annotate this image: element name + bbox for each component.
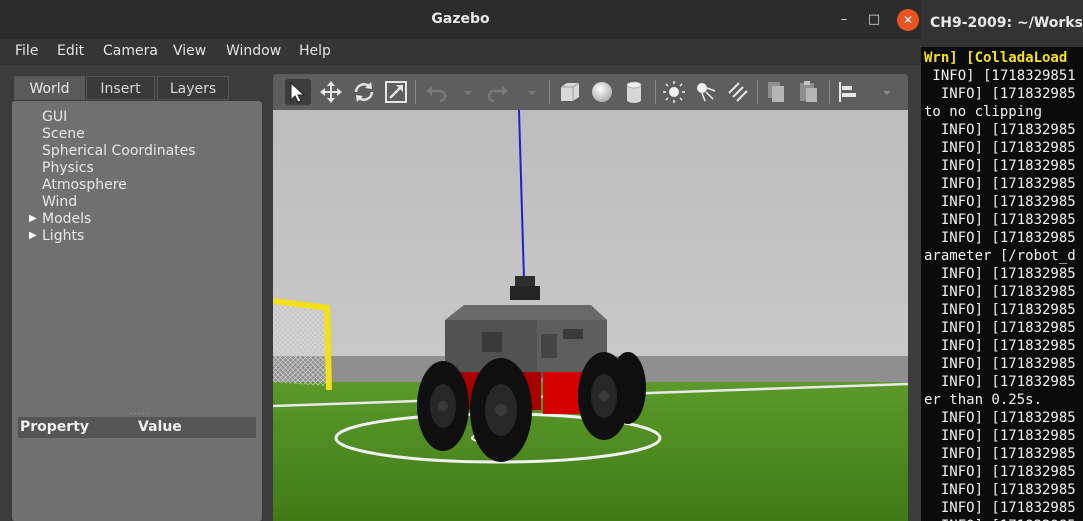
left-panel: World Insert Layers GUI Scene Spherical … bbox=[12, 74, 262, 521]
terminal-line: INFO] [171832985 bbox=[924, 176, 1076, 192]
terminal-line: INFO] [171832985 bbox=[924, 500, 1076, 516]
terminal-window[interactable]: CH9-2009: ~/Workspace Wrn] [ColladaLoad … bbox=[921, 0, 1083, 521]
terminal-line: INFO] [171832985 bbox=[924, 410, 1076, 426]
terminal-line: INFO] [171832985 bbox=[924, 140, 1076, 156]
undo-dropdown-icon[interactable] bbox=[455, 79, 481, 105]
panel-splitter-handle[interactable]: ..... bbox=[130, 407, 149, 417]
terminal-line: INFO] [171832985 bbox=[924, 302, 1076, 318]
window-title: Gazebo bbox=[431, 11, 490, 27]
soccer-goal bbox=[273, 298, 332, 391]
tab-layers[interactable]: Layers bbox=[157, 76, 229, 100]
terminal-line: INFO] [171832985 bbox=[924, 356, 1076, 372]
tab-insert[interactable]: Insert bbox=[86, 76, 155, 100]
directional-light-icon[interactable] bbox=[725, 79, 751, 105]
undo-icon[interactable] bbox=[423, 79, 449, 105]
tree-item-lights[interactable]: Lights bbox=[42, 228, 84, 244]
redo-icon[interactable] bbox=[485, 79, 511, 105]
toolbar-separator bbox=[829, 80, 830, 104]
redo-dropdown-icon[interactable] bbox=[519, 79, 545, 105]
close-button[interactable]: ✕ bbox=[897, 9, 919, 31]
scene-render[interactable] bbox=[273, 110, 908, 521]
menu-camera[interactable]: Camera bbox=[103, 43, 158, 59]
tree-item-spherical-coordinates[interactable]: Spherical Coordinates bbox=[42, 143, 196, 159]
terminal-line: INFO] [171832985 bbox=[924, 428, 1076, 444]
terminal-title-bar: CH9-2009: ~/Workspace bbox=[921, 0, 1083, 47]
tree-item-gui[interactable]: GUI bbox=[42, 109, 67, 125]
view-menu-chevron-icon[interactable] bbox=[879, 79, 895, 105]
toolbar bbox=[273, 74, 908, 110]
terminal-title: CH9-2009: ~/Workspace bbox=[930, 15, 1083, 31]
terminal-line: Wrn] [ColladaLoad bbox=[924, 50, 1068, 66]
point-light-icon[interactable] bbox=[661, 79, 687, 105]
terminal-line: INFO] [171832985 bbox=[924, 446, 1076, 462]
expand-arrow-icon[interactable]: ▶ bbox=[29, 230, 37, 241]
menu-view[interactable]: View bbox=[173, 43, 206, 59]
terminal-line: INFO] [171832985 bbox=[924, 122, 1076, 138]
gazebo-window: Gazebo – □ ✕ File Edit Camera View Windo… bbox=[0, 0, 921, 521]
terminal-output[interactable]: Wrn] [ColladaLoad INFO] [1718329851 INFO… bbox=[921, 47, 1083, 521]
terminal-line: INFO] [171832985 bbox=[924, 158, 1076, 174]
toolbar-separator bbox=[549, 80, 550, 104]
spot-light-icon[interactable] bbox=[693, 79, 719, 105]
menu-window[interactable]: Window bbox=[226, 43, 281, 59]
terminal-line: INFO] [171832985 bbox=[924, 482, 1076, 498]
menu-edit[interactable]: Edit bbox=[57, 43, 84, 59]
menu-bar: File Edit Camera View Window Help bbox=[0, 39, 921, 65]
translate-icon[interactable] bbox=[318, 79, 344, 105]
property-table-header: Property Value bbox=[18, 417, 256, 438]
terminal-line: INFO] [171832985 bbox=[924, 212, 1076, 228]
scale-icon[interactable] bbox=[383, 79, 409, 105]
rotate-icon[interactable] bbox=[351, 79, 377, 105]
terminal-line: INFO] [171832985 bbox=[924, 284, 1076, 300]
cylinder-shape-icon[interactable] bbox=[621, 79, 647, 105]
menu-help[interactable]: Help bbox=[299, 43, 331, 59]
toolbar-separator bbox=[655, 80, 656, 104]
align-icon[interactable] bbox=[835, 79, 861, 105]
toolbar-separator bbox=[757, 80, 758, 104]
tree-item-physics[interactable]: Physics bbox=[42, 160, 94, 176]
terminal-line: INFO] [171832985 bbox=[924, 517, 1076, 521]
box-shape-icon[interactable] bbox=[557, 79, 583, 105]
tree-item-wind[interactable]: Wind bbox=[42, 194, 77, 210]
terminal-line: INFO] [171832985 bbox=[924, 86, 1076, 102]
terminal-line: INFO] [171832985 bbox=[924, 320, 1076, 336]
terminal-line: INFO] [1718329851 bbox=[924, 68, 1076, 84]
tree-item-models[interactable]: Models bbox=[42, 211, 91, 227]
terminal-line: INFO] [171832985 bbox=[924, 194, 1076, 210]
select-arrow-icon[interactable] bbox=[285, 79, 311, 105]
title-bar: Gazebo – □ ✕ bbox=[0, 0, 921, 39]
world-tree: GUI Scene Spherical Coordinates Physics … bbox=[12, 101, 262, 521]
terminal-line: INFO] [171832985 bbox=[924, 374, 1076, 390]
paste-icon[interactable] bbox=[795, 79, 821, 105]
terminal-line: er than 0.25s. bbox=[924, 392, 1043, 408]
toolbar-separator bbox=[415, 80, 416, 104]
minimize-button[interactable]: – bbox=[833, 9, 855, 31]
value-column-header: Value bbox=[138, 419, 182, 435]
property-column-header: Property bbox=[20, 419, 90, 435]
terminal-line: INFO] [171832985 bbox=[924, 464, 1076, 480]
terminal-line: INFO] [171832985 bbox=[924, 266, 1076, 282]
menu-file[interactable]: File bbox=[15, 43, 38, 59]
tab-world[interactable]: World bbox=[14, 76, 85, 100]
sphere-shape-icon[interactable] bbox=[589, 79, 615, 105]
terminal-line: to no clipping bbox=[924, 104, 1043, 120]
tree-item-scene[interactable]: Scene bbox=[42, 126, 85, 142]
expand-arrow-icon[interactable]: ▶ bbox=[29, 213, 37, 224]
terminal-line: arameter [/robot_d bbox=[924, 248, 1076, 264]
3d-viewport[interactable] bbox=[273, 110, 908, 521]
terminal-line: INFO] [171832985 bbox=[924, 230, 1076, 246]
terminal-line: INFO] [171832985 bbox=[924, 338, 1076, 354]
copy-icon[interactable] bbox=[763, 79, 789, 105]
tree-item-atmosphere[interactable]: Atmosphere bbox=[42, 177, 127, 193]
maximize-button[interactable]: □ bbox=[863, 9, 885, 31]
